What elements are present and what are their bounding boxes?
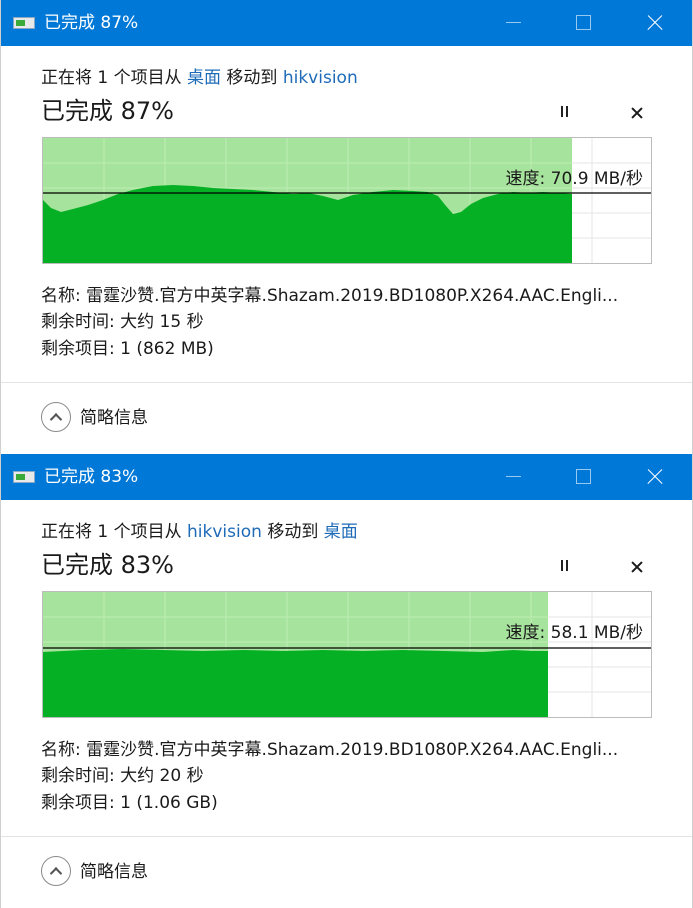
collapse-details-label[interactable]: 简略信息 (80, 861, 148, 883)
pause-button[interactable] (553, 555, 575, 577)
operation-prefix: 正在将 1 个项目从 (41, 68, 188, 88)
close-window-button[interactable] (619, 0, 689, 46)
file-move-dialog: 已完成 87% 正在将 1 个项目从 桌面 移动到 hikvision 已完成 … (0, 0, 693, 454)
time-remaining-row: 剩余时间: 大约 20 秒 (41, 765, 204, 787)
time-remaining-value: 大约 20 秒 (120, 766, 204, 786)
speed-graph-canvas (43, 138, 651, 263)
collapse-details-label[interactable]: 简略信息 (80, 407, 148, 429)
maximize-icon (576, 469, 591, 484)
progress-status: 已完成 83% (41, 551, 174, 579)
throughput-area (43, 185, 572, 263)
divider (1, 836, 692, 837)
window-title: 已完成 83% (44, 467, 139, 487)
speed-label: 速度: 70.9 MB/秒 (505, 169, 643, 189)
close-window-button[interactable] (619, 454, 689, 500)
minimize-button[interactable] (479, 454, 549, 500)
items-remaining-value: 1 (1.06 GB) (120, 793, 218, 813)
file-name-row: 名称: 雷霆沙赞.官方中英字幕.Shazam.2019.BD1080P.X264… (41, 285, 618, 307)
items-remaining-label: 剩余项目: (41, 339, 121, 359)
source-folder-link[interactable]: hikvision (187, 522, 262, 542)
operation-description: 正在将 1 个项目从 hikvision 移动到 桌面 (41, 521, 358, 543)
items-remaining-label: 剩余项目: (41, 793, 121, 813)
pause-button[interactable] (553, 101, 575, 123)
items-remaining-row: 剩余项目: 1 (1.06 GB) (41, 792, 218, 814)
collapse-details-button[interactable] (41, 402, 71, 432)
speed-graph-canvas (43, 592, 651, 717)
items-remaining-row: 剩余项目: 1 (862 MB) (41, 338, 214, 360)
file-name-label: 名称: (41, 286, 87, 306)
collapse-details-button[interactable] (41, 856, 71, 886)
title-bar[interactable]: 已完成 83% (1, 454, 692, 500)
operation-prefix: 正在将 1 个项目从 (41, 522, 188, 542)
speed-graph: 速度: 58.1 MB/秒 (42, 591, 652, 718)
minimize-button[interactable] (479, 0, 549, 46)
operation-description: 正在将 1 个项目从 桌面 移动到 hikvision (41, 67, 358, 89)
destination-folder-link[interactable]: 桌面 (324, 522, 358, 542)
file-move-dialog: 已完成 83% 正在将 1 个项目从 hikvision 移动到 桌面 已完成 … (0, 454, 693, 908)
maximize-button[interactable] (549, 454, 619, 500)
speed-graph: 速度: 70.9 MB/秒 (42, 137, 652, 264)
file-name-value: 雷霆沙赞.官方中英字幕.Shazam.2019.BD1080P.X264.AAC… (86, 286, 619, 306)
source-folder-link[interactable]: 桌面 (187, 68, 221, 88)
speed-label: 速度: 58.1 MB/秒 (505, 623, 643, 643)
file-transfer-icon (13, 469, 35, 485)
progress-status: 已完成 87% (41, 97, 174, 125)
title-bar[interactable]: 已完成 87% (1, 0, 692, 46)
time-remaining-label: 剩余时间: (41, 312, 121, 332)
time-remaining-label: 剩余时间: (41, 766, 121, 786)
file-name-label: 名称: (41, 740, 87, 760)
file-transfer-icon (13, 15, 35, 31)
minimize-icon (506, 22, 521, 23)
stop-button[interactable] (625, 101, 649, 125)
file-name-row: 名称: 雷霆沙赞.官方中英字幕.Shazam.2019.BD1080P.X264… (41, 739, 618, 761)
time-remaining-row: 剩余时间: 大约 15 秒 (41, 311, 204, 333)
throughput-area (43, 649, 548, 717)
items-remaining-value: 1 (862 MB) (120, 339, 214, 359)
time-remaining-value: 大约 15 秒 (120, 312, 204, 332)
file-name-value: 雷霆沙赞.官方中英字幕.Shazam.2019.BD1080P.X264.AAC… (86, 740, 619, 760)
operation-middle: 移动到 (221, 68, 283, 88)
operation-middle: 移动到 (261, 522, 324, 542)
window-title: 已完成 87% (44, 13, 139, 33)
maximize-icon (576, 15, 591, 30)
destination-folder-link[interactable]: hikvision (283, 68, 358, 88)
stop-button[interactable] (625, 555, 649, 579)
minimize-icon (506, 476, 521, 477)
divider (1, 382, 692, 383)
maximize-button[interactable] (549, 0, 619, 46)
